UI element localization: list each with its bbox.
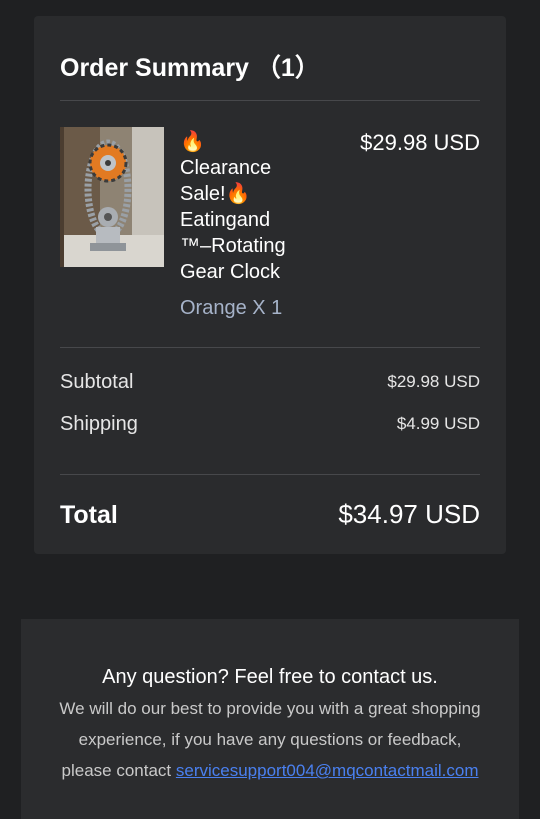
contact-text-line: please contact servicesupport004@mqconta… (21, 760, 519, 782)
divider (60, 100, 480, 101)
shipping-label: Shipping (60, 413, 138, 435)
product-image[interactable] (60, 127, 164, 267)
product-price: $29.98 USD (360, 130, 480, 155)
contact-text-line: experience, if you have any questions or… (78, 730, 462, 749)
subtotal-label: Subtotal (60, 371, 134, 393)
gear-clock-icon (60, 127, 164, 267)
divider (60, 347, 480, 348)
shipping-value: $4.99 USD (396, 414, 480, 433)
order-summary-title: Order Summary （1） (60, 54, 320, 82)
contact-section: Any question? Feel free to contact us. W… (21, 619, 519, 819)
contact-prefix: please contact (61, 761, 176, 780)
product-name[interactable]: 🔥 Clearance Sale!🔥 Eatingand ™–Rotating … (180, 129, 320, 285)
support-email-link[interactable]: servicesupport004@mqcontactmail.com (176, 761, 479, 780)
total-label: Total (60, 501, 118, 529)
product-variant: Orange X 1 (180, 297, 283, 319)
subtotal-value: $29.98 USD (387, 372, 480, 391)
divider (60, 474, 480, 475)
total-value: $34.97 USD (338, 499, 480, 529)
contact-text-line: We will do our best to provide you with … (59, 699, 481, 718)
order-summary-card: Order Summary （1） 🔥 Clearance Sale!🔥 Eat… (34, 16, 506, 554)
contact-heading: Any question? Feel free to contact us. (102, 666, 438, 688)
